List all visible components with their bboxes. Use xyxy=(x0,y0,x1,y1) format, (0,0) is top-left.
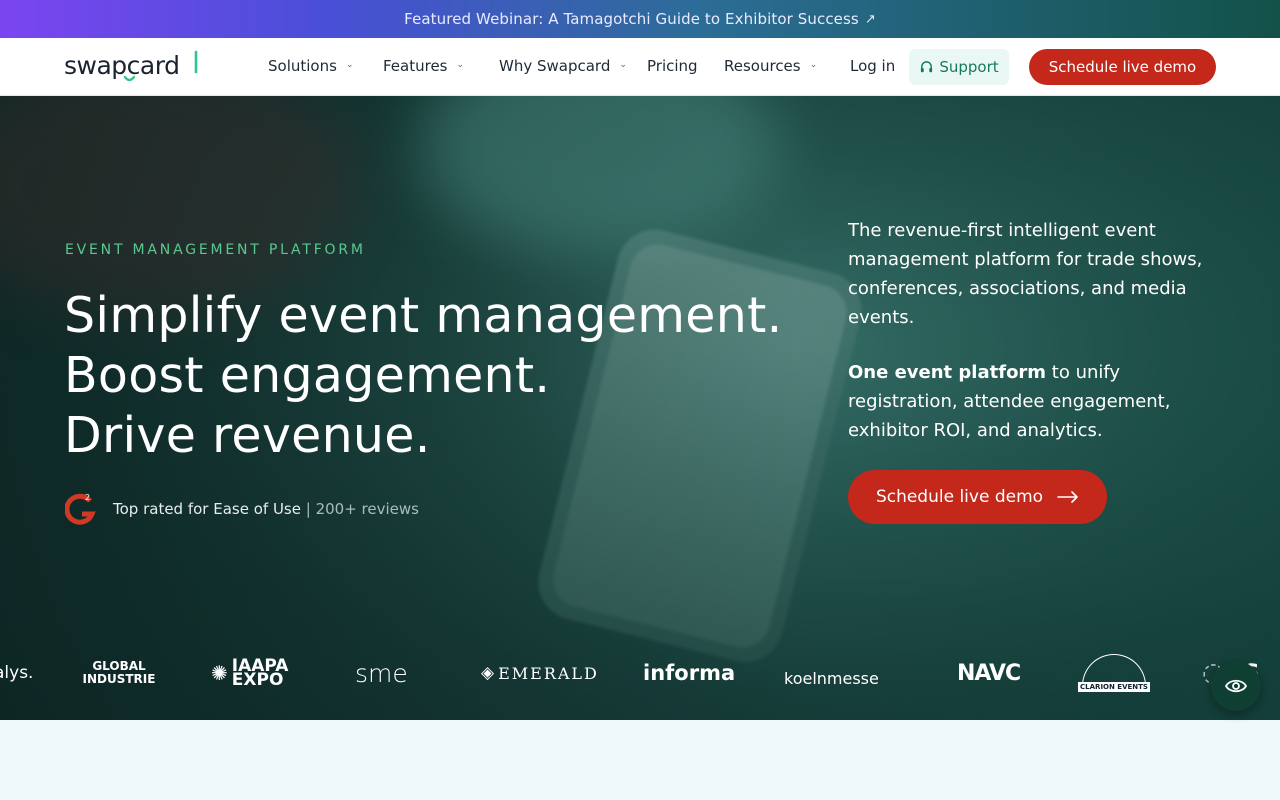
hero-headline: Simplify event management. Boost engagem… xyxy=(64,286,783,466)
support-label: Support xyxy=(939,58,999,76)
login-link[interactable]: Log in xyxy=(850,57,895,75)
platform-bold-text: One event platform xyxy=(848,362,1047,383)
customer-logo: ✺ IAAPA EXPO xyxy=(211,641,302,705)
customer-logo-text: IAAPA EXPO xyxy=(231,656,289,690)
rating-strong-text: Top rated for Ease of Use xyxy=(113,500,301,518)
customer-logo: GLOBAL INDUSTRIE xyxy=(82,659,156,686)
headset-icon xyxy=(921,60,933,72)
schedule-demo-hero-button[interactable]: Schedule live demo xyxy=(848,470,1107,524)
hero-eyebrow: EVENT MANAGEMENT PLATFORM xyxy=(65,242,366,258)
emerald-gem-icon: ◈ xyxy=(481,663,495,683)
hero-platform-description: One event platform to unify registration… xyxy=(848,358,1218,445)
nav-why-swapcard[interactable]: Why Swapcard ⌄ xyxy=(499,57,627,75)
eye-icon xyxy=(1225,679,1247,693)
chevron-down-icon: ⌄ xyxy=(456,60,465,70)
background-blur xyxy=(420,96,780,256)
main-nav: swapcard Solutions ⌄ Features ⌄ Why Swap… xyxy=(0,38,1280,96)
nav-resources[interactable]: Resources ⌄ xyxy=(724,57,817,75)
headline-line: Drive revenue. xyxy=(64,407,431,464)
iaapa-star-icon: ✺ xyxy=(211,661,228,685)
customer-logo: sme xyxy=(355,658,408,688)
background-blur xyxy=(0,96,360,316)
hero-section: EVENT MANAGEMENT PLATFORM Simplify event… xyxy=(0,96,1280,720)
customer-logo: koelnmesse xyxy=(784,668,879,688)
rating-separator: | xyxy=(305,500,311,518)
logo-text: swapcard xyxy=(64,51,179,80)
webinar-link-text: Featured Webinar: A Tamagotchi Guide to … xyxy=(404,10,859,28)
chevron-down-icon: ⌄ xyxy=(345,60,354,70)
nav-pricing-label: Pricing xyxy=(647,57,698,75)
eye-accessibility-button[interactable] xyxy=(1211,661,1261,711)
support-button[interactable]: Support xyxy=(909,49,1009,85)
g2-badge-text: G2 xyxy=(65,492,67,493)
schedule-demo-hero-label: Schedule live demo xyxy=(875,487,1044,507)
customer-logo-text: CLARION EVENTS xyxy=(1078,682,1150,692)
nav-pricing[interactable]: Pricing xyxy=(647,57,698,75)
customer-logos: alys. GLOBAL INDUSTRIE ✺ IAAPA EXPO sme … xyxy=(0,641,1280,705)
svg-text:2: 2 xyxy=(85,493,90,502)
nav-solutions[interactable]: Solutions ⌄ xyxy=(268,57,353,75)
nav-features[interactable]: Features ⌄ xyxy=(383,57,464,75)
nav-why-swapcard-label: Why Swapcard xyxy=(499,57,611,75)
customer-logo: NAVC xyxy=(957,660,1021,686)
headline-line: Simplify event management. xyxy=(64,287,783,344)
customer-logo: informa xyxy=(643,661,736,685)
nav-resources-label: Resources xyxy=(724,57,801,75)
headline-line: Boost engagement. xyxy=(64,347,551,404)
swapcard-logo[interactable]: swapcard xyxy=(64,50,204,84)
customer-logo: ◈ EMERALD xyxy=(481,641,599,705)
arrow-right-icon xyxy=(1057,491,1078,503)
schedule-demo-nav-button[interactable]: Schedule live demo xyxy=(1029,49,1216,85)
g2-logo-icon: 2 G2 xyxy=(65,492,96,525)
nav-solutions-label: Solutions xyxy=(268,57,337,75)
promo-banner: Featured Webinar: A Tamagotchi Guide to … xyxy=(0,0,1280,38)
customer-logo: CLARION EVENTS xyxy=(1078,641,1150,705)
rating-reviews-count: 200+ reviews xyxy=(315,500,419,518)
webinar-link[interactable]: Featured Webinar: A Tamagotchi Guide to … xyxy=(404,10,876,28)
chevron-down-icon: ⌄ xyxy=(619,60,627,70)
external-arrow-icon: ↗ xyxy=(864,11,876,27)
chevron-down-icon: ⌄ xyxy=(809,60,818,70)
customer-logo-text: EMERALD xyxy=(498,663,599,683)
hero-description: The revenue-first intelligent event mana… xyxy=(848,220,1203,328)
nav-features-label: Features xyxy=(383,57,448,75)
customer-logo: alys. xyxy=(0,663,34,683)
g2-rating: 2 G2 Top rated for Ease of Use | 200+ re… xyxy=(65,492,419,526)
